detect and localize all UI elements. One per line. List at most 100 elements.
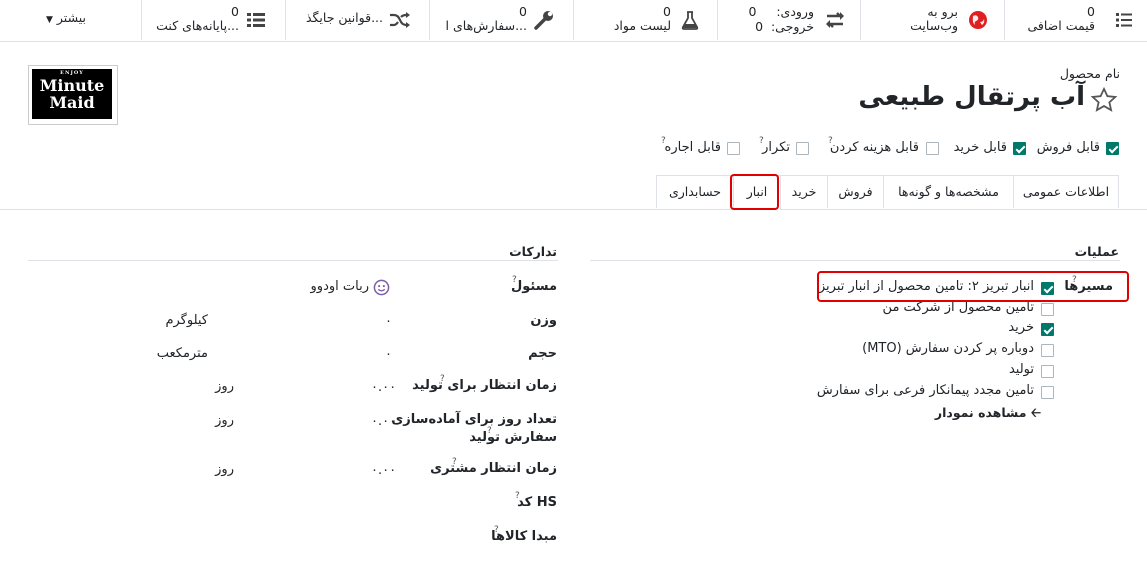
tab-sales[interactable]: فروش <box>827 175 884 208</box>
help-icon[interactable]: ? <box>828 136 833 146</box>
route-label: تامین مجدد پیمانکار فرعی برای سفارش <box>816 383 1034 398</box>
customer-lead-value[interactable]: ۰.۰۰ <box>371 463 396 478</box>
divider <box>28 260 558 261</box>
route-label: خرید <box>1008 320 1034 335</box>
kits-button[interactable]: 0 پایانه‌های کنت... <box>141 0 285 40</box>
flask-icon <box>681 11 699 30</box>
help-icon[interactable]: ? <box>515 491 520 501</box>
orders-button[interactable]: 0 سفارش‌های ا... <box>429 0 573 40</box>
product-image[interactable]: ENJOY Minute Maid <box>28 65 118 125</box>
route-checkbox[interactable] <box>1041 323 1054 336</box>
highlight-box <box>817 271 1129 302</box>
can-be-rented-checkbox[interactable] <box>727 142 740 155</box>
volume-unit: مترمکعب <box>156 346 208 361</box>
tab-accounting[interactable]: حسابداری <box>656 175 734 208</box>
go-to-website-button[interactable]: برو به وب‌سایت <box>860 0 1004 40</box>
product-logo: ENJOY Minute Maid <box>32 69 112 119</box>
manufacturing-lead-value[interactable]: ۰.۰۰ <box>371 380 396 395</box>
logo-line2: Minute <box>39 76 105 95</box>
can-be-expensed-label: قابل هزینه کردن <box>829 140 919 155</box>
tab-general-information[interactable]: اطلاعات عمومی <box>1013 175 1119 208</box>
origin-of-goods-label: مبدا کالاها <box>491 529 557 544</box>
help-icon[interactable]: ? <box>452 457 457 467</box>
putaway-label: قوانین جایگذ... <box>305 10 383 25</box>
responsible-label: مسئول <box>510 279 557 294</box>
days-to-prepare-unit: روز <box>215 413 234 428</box>
product-name-label: نام محصول <box>1059 66 1120 81</box>
logistics-title: تدارکات <box>509 244 557 259</box>
bom-label: لیست مواد <box>613 18 671 33</box>
globe-icon <box>969 11 987 29</box>
help-icon[interactable]: ? <box>512 275 517 285</box>
customer-lead-label: زمان انتظار مشتری <box>430 461 557 476</box>
tab-purchase[interactable]: خرید <box>780 175 828 208</box>
can-be-expensed-checkbox[interactable] <box>926 142 939 155</box>
exchange-icon <box>826 12 844 28</box>
help-icon[interactable]: ? <box>494 525 499 535</box>
days-to-prepare-label-line1: تعداد روز برای آماده‌سازی <box>391 412 557 427</box>
bill-of-materials-button[interactable]: 0 لیست مواد <box>573 0 717 40</box>
shuffle-icon <box>390 12 410 28</box>
in-label: ورودی: <box>776 4 814 19</box>
wrench-icon <box>534 11 553 30</box>
route-checkbox[interactable] <box>1041 303 1054 316</box>
can-be-purchased-checkbox[interactable] <box>1013 142 1026 155</box>
out-label: خروجی: <box>770 19 814 34</box>
hs-code-label: کد HS <box>517 495 557 510</box>
highlight-box <box>730 174 779 210</box>
kits-count: 0 <box>231 4 239 19</box>
days-to-prepare-label-line2: سفارش تولید <box>469 430 557 445</box>
tab-attributes-variants[interactable]: مشخصه‌ها و گونه‌ها <box>883 175 1014 208</box>
weight-unit: کیلوگرم <box>165 313 208 328</box>
route-label: دوباره پر کردن سفارش (MTO) <box>862 341 1034 356</box>
view-diagram-link[interactable]: 🡠 مشاهده نمودار <box>935 404 1041 425</box>
can-be-sold-checkbox[interactable] <box>1106 142 1119 155</box>
avatar-icon <box>373 279 390 296</box>
logo-line3: Maid <box>49 93 95 112</box>
extra-price-label: قیمت اضافی <box>1027 18 1095 33</box>
orders-count: 0 <box>519 4 527 19</box>
out-value: 0 <box>755 19 764 34</box>
manufacturing-lead-unit: روز <box>215 379 234 394</box>
customer-lead-unit: روز <box>215 462 234 477</box>
route-checkbox[interactable] <box>1041 365 1054 378</box>
recurring-label: تکرار <box>762 140 790 155</box>
bom-count: 0 <box>663 4 671 19</box>
extra-price-count: 0 <box>1087 4 1095 19</box>
divider <box>590 260 1120 261</box>
help-icon[interactable]: ? <box>440 374 445 384</box>
smart-button-bar: 0 قیمت اضافی برو به وب‌سایت ورودی: 0 خرو… <box>0 0 1147 42</box>
putaway-rules-button[interactable]: قوانین جایگذ... <box>285 0 429 40</box>
more-button[interactable]: ▼ بیشتر <box>46 10 86 25</box>
operations-title: عملیات <box>1074 244 1119 259</box>
extra-price-button[interactable]: 0 قیمت اضافی <box>1004 0 1147 40</box>
weight-value[interactable]: ۰ <box>385 314 392 329</box>
favorite-star-icon[interactable] <box>1089 86 1119 114</box>
product-name[interactable]: آب پرتقال طبیعی <box>858 82 1085 112</box>
volume-label: حجم <box>528 346 557 361</box>
route-checkbox[interactable] <box>1041 386 1054 399</box>
volume-value[interactable]: ۰ <box>385 347 392 362</box>
more-label: بیشتر <box>56 10 86 25</box>
notebook-tabs: اطلاعات عمومی مشخصه‌ها و گونه‌ها فروش خر… <box>0 175 1147 210</box>
can-be-rented-label: قابل اجاره <box>664 140 721 155</box>
orders-label: سفارش‌های ا... <box>445 18 527 33</box>
days-to-prepare-value[interactable]: ۰.۰۰ <box>371 414 396 429</box>
arrow-left-icon: 🡠 <box>1030 405 1041 420</box>
in-out-button[interactable]: ورودی: 0 خروجی: 0 <box>717 0 860 40</box>
recurring-checkbox[interactable] <box>796 142 809 155</box>
route-checkbox[interactable] <box>1041 344 1054 357</box>
view-diagram-label: مشاهده نمودار <box>934 405 1027 420</box>
list-icon <box>247 13 265 27</box>
help-icon[interactable]: ? <box>487 426 492 436</box>
caret-down-icon: ▼ <box>46 15 53 25</box>
weight-label: وزن <box>530 313 557 328</box>
website-line1: برو به <box>927 4 958 19</box>
route-label: تولید <box>1008 362 1034 377</box>
kits-label: پایانه‌های کنت... <box>156 18 239 33</box>
can-be-sold-label: قابل فروش <box>1036 140 1100 155</box>
help-icon[interactable]: ? <box>661 136 666 146</box>
in-value: 0 <box>748 4 757 19</box>
responsible-value[interactable]: ربات اودوو <box>311 279 369 294</box>
help-icon[interactable]: ? <box>759 136 764 146</box>
